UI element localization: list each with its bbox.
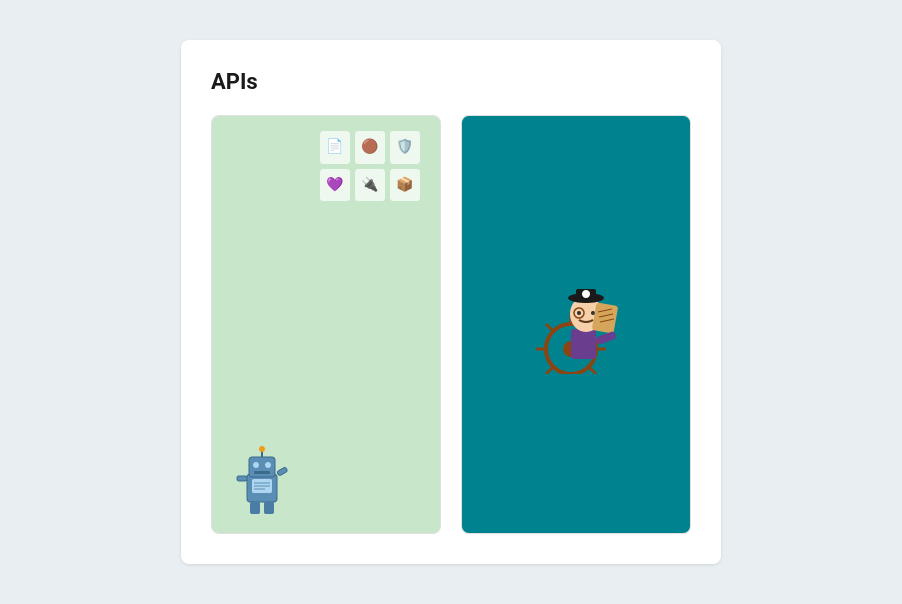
xml-sitemaps-image xyxy=(462,116,690,533)
robot-character xyxy=(227,439,297,533)
grid-item-4: 💜 xyxy=(320,169,350,202)
grid-item-6: 📦 xyxy=(390,169,420,202)
xml-sitemaps-body: XML sitemaps Enable the Yoast SEO XML si… xyxy=(462,533,690,534)
page-wrapper: APIs 📄 🟤 🛡️ 💜 🔌 📦 xyxy=(0,20,902,584)
page-title: APIs xyxy=(211,70,691,95)
grid-item-1: 📄 xyxy=(320,131,350,164)
main-container: APIs 📄 🟤 🛡️ 💜 🔌 📦 xyxy=(181,40,721,564)
grid-item-2: 🟤 xyxy=(355,131,385,164)
grid-item-5: 🔌 xyxy=(355,169,385,202)
xml-sitemaps-card: XML sitemaps Enable the Yoast SEO XML si… xyxy=(461,115,691,534)
robot-icon xyxy=(227,439,297,529)
rest-api-image: 📄 🟤 🛡️ 💜 🔌 📦 xyxy=(212,116,440,533)
rest-api-card: 📄 🟤 🛡️ 💜 🔌 📦 xyxy=(211,115,441,534)
cards-row: 📄 🟤 🛡️ 💜 🔌 📦 xyxy=(211,115,691,534)
grid-bg: 📄 🟤 🛡️ 💜 🔌 📦 xyxy=(310,121,430,211)
grid-item-3: 🛡️ xyxy=(390,131,420,164)
rest-api-body: REST API endpoint This Yoast SEO REST AP… xyxy=(212,533,440,534)
pirate-icon xyxy=(516,274,636,374)
